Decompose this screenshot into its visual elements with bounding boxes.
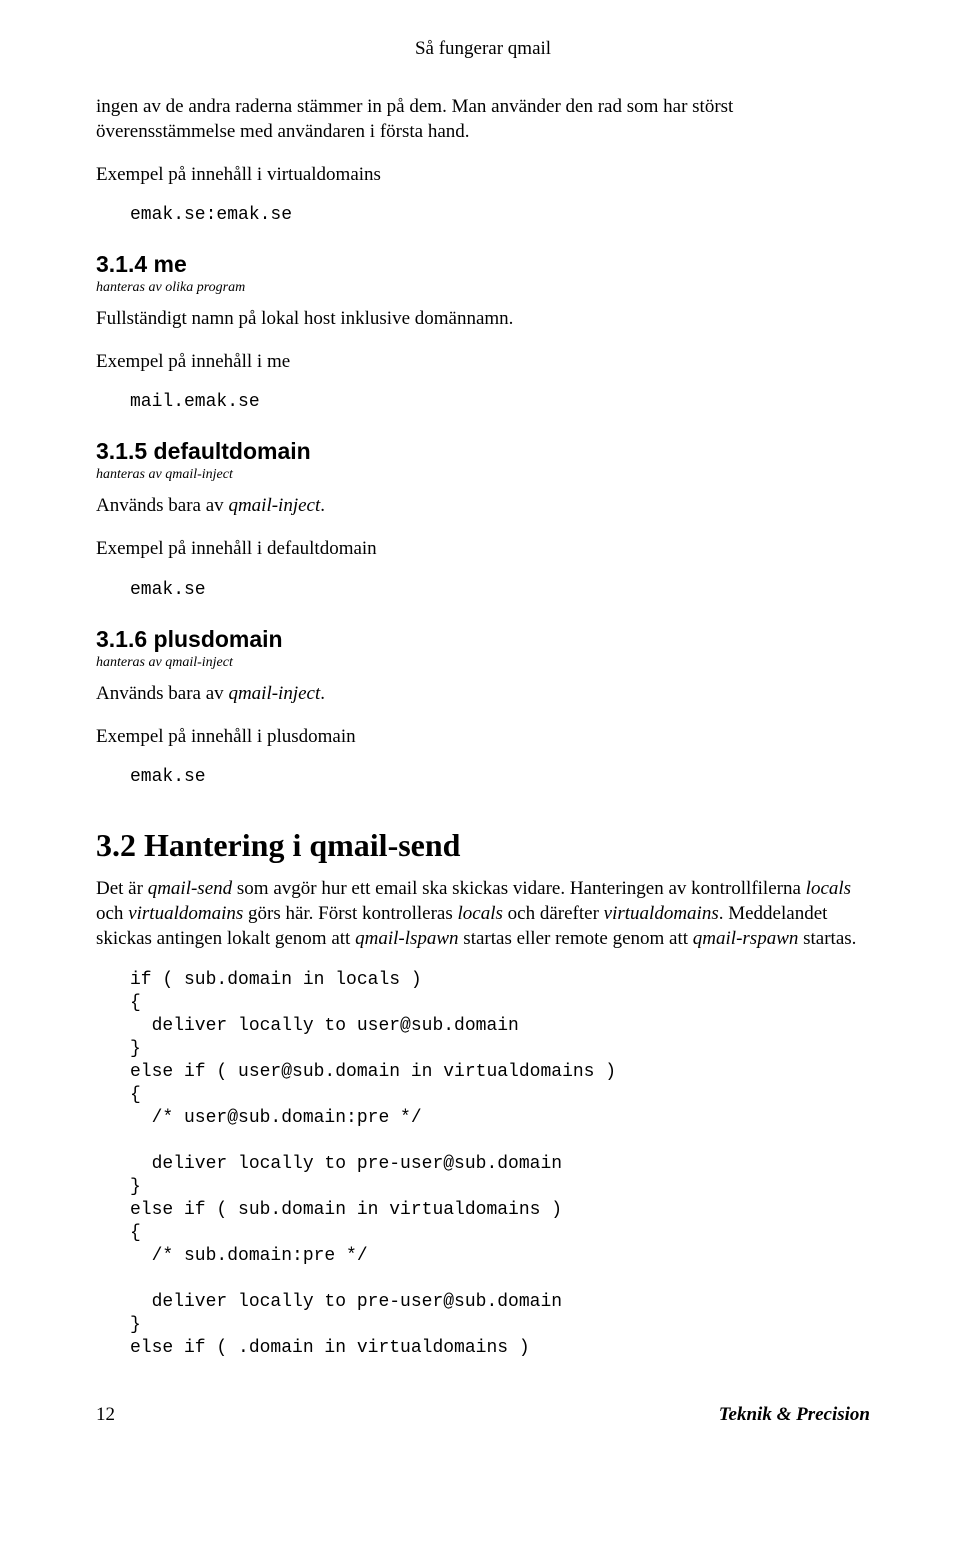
italic-term: qmail-inject [228,683,320,704]
italic-term: qmail-inject [228,495,320,516]
text-part: görs här. Först kontrolleras [243,903,457,924]
code-line: emak.se [96,767,870,787]
text-part: och [96,903,128,924]
text-part: startas eller remote genom att [459,928,693,949]
code-line: emak.se:emak.se [96,205,870,225]
paragraph: Exempel på innehåll i virtualdomains [96,162,870,187]
subnote: hanteras av qmail-inject [96,467,870,483]
page-footer: 12 Teknik & Precision [96,1404,870,1426]
text-part: . [320,683,325,704]
italic-term: locals [806,878,851,899]
italic-term: qmail-lspawn [355,928,458,949]
italic-term: locals [458,903,503,924]
italic-term: qmail-rspawn [693,928,799,949]
heading-316: 3.1.6 plusdomain [96,626,870,653]
heading-32: 3.2 Hantering i qmail-send [96,827,870,864]
paragraph: Används bara av qmail-inject. [96,681,870,706]
paragraph: ingen av de andra raderna stämmer in på … [96,94,870,144]
code-block: if ( sub.domain in locals ) { deliver lo… [96,969,870,1361]
running-header: Så fungerar qmail [96,38,870,60]
paragraph: Exempel på innehåll i plusdomain [96,724,870,749]
text-part: Det är [96,878,148,899]
paragraph: Exempel på innehåll i defaultdomain [96,536,870,561]
paragraph: Fullständigt namn på lokal host inklusiv… [96,306,870,331]
paragraph: Exempel på innehåll i me [96,349,870,374]
code-line: emak.se [96,580,870,600]
text-part: startas. [798,928,856,949]
footer-brand: Teknik & Precision [719,1404,870,1426]
heading-314: 3.1.4 me [96,251,870,278]
text-part: Används bara av [96,495,228,516]
text-part: och därefter [503,903,604,924]
heading-315: 3.1.5 defaultdomain [96,438,870,465]
text-part: Används bara av [96,683,228,704]
paragraph: Används bara av qmail-inject. [96,493,870,518]
subnote: hanteras av olika program [96,280,870,296]
text-part: som avgör hur ett email ska skickas vida… [232,878,806,899]
code-line: mail.emak.se [96,392,870,412]
italic-term: virtualdomains [128,903,243,924]
paragraph: Det är qmail-send som avgör hur ett emai… [96,876,870,951]
subnote: hanteras av qmail-inject [96,655,870,671]
italic-term: qmail-send [148,878,232,899]
italic-term: virtualdomains [604,903,719,924]
page-number: 12 [96,1404,115,1426]
text-part: . [320,495,325,516]
